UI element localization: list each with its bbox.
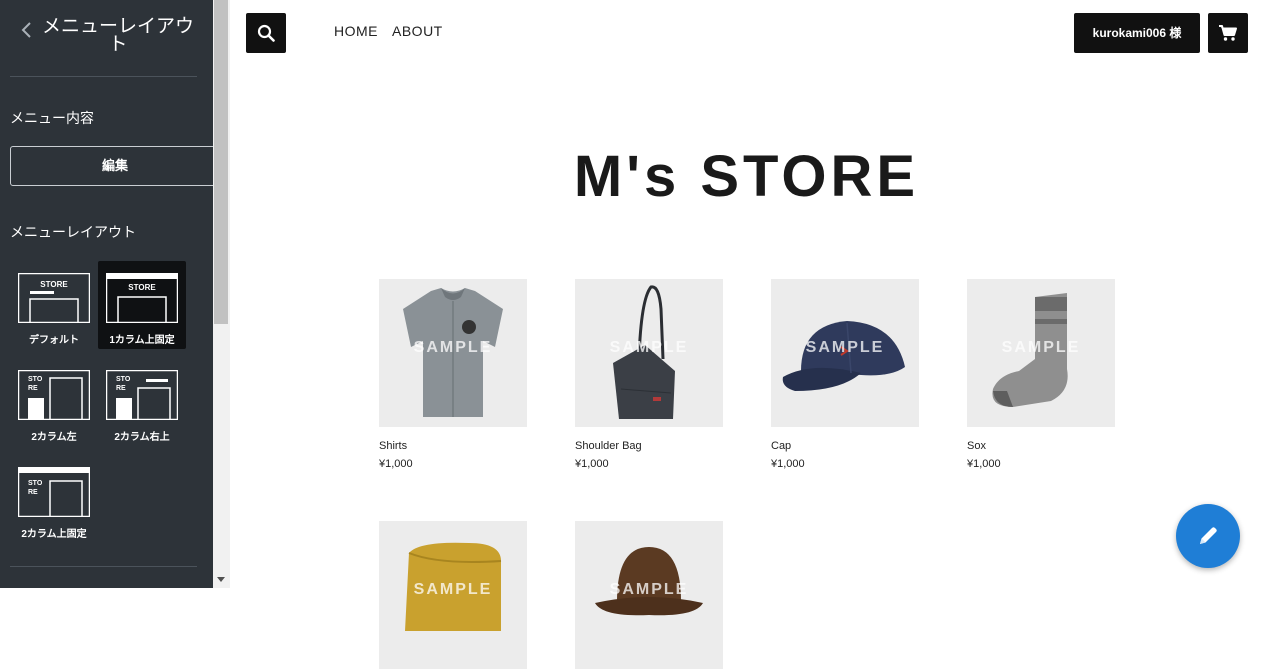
- product-image[interactable]: SAMPLE: [379, 521, 527, 669]
- sample-watermark: SAMPLE: [609, 339, 689, 356]
- nav-about[interactable]: ABOUT: [392, 23, 443, 39]
- layout-option-default[interactable]: STORE デフォルト: [10, 261, 98, 349]
- layout-sidebar: メニューレイアウト メニュー内容 編集 メニューレイアウト STORE デフォル…: [0, 0, 213, 588]
- product-name[interactable]: Cap: [771, 440, 919, 452]
- user-account-button[interactable]: kurokami006 様: [1074, 13, 1200, 53]
- cart-icon: [1219, 25, 1237, 41]
- chevron-left-icon[interactable]: [20, 21, 34, 39]
- product-card[interactable]: SAMPLE: [379, 521, 527, 669]
- layout-option-2col-left[interactable]: STO RE 2カラム左: [10, 358, 98, 446]
- product-card[interactable]: SAMPLE Shirts ¥1,000: [379, 279, 527, 470]
- layout-option-label: 1カラム上固定: [109, 335, 175, 346]
- product-image[interactable]: SAMPLE: [575, 279, 723, 427]
- svg-text:RE: RE: [28, 385, 38, 392]
- product-image[interactable]: SAMPLE: [379, 279, 527, 427]
- product-name[interactable]: Shirts: [379, 440, 527, 452]
- svg-text:STORE: STORE: [128, 283, 156, 292]
- menu-layout-label: メニューレイアウト: [10, 224, 136, 240]
- nav-home[interactable]: HOME: [334, 23, 378, 39]
- menu-content-label: メニュー内容: [10, 110, 94, 126]
- edit-fab-button[interactable]: [1176, 504, 1240, 568]
- sample-watermark: SAMPLE: [413, 581, 493, 598]
- sidebar-title: メニューレイアウト: [41, 16, 194, 55]
- layout-option-label: 2カラム左: [31, 432, 77, 443]
- layout-option-label: 2カラム右上: [114, 432, 170, 443]
- divider: [10, 76, 197, 77]
- search-icon: [257, 24, 275, 42]
- product-image[interactable]: SAMPLE: [967, 279, 1115, 427]
- product-name[interactable]: Sox: [967, 440, 1115, 452]
- svg-text:RE: RE: [28, 489, 38, 496]
- product-price: ¥1,000: [379, 458, 413, 470]
- pencil-icon: [1200, 527, 1217, 544]
- product-price: ¥1,000: [967, 458, 1001, 470]
- product-name[interactable]: Shoulder Bag: [575, 440, 723, 452]
- product-card[interactable]: SAMPLE Sox ¥1,000: [967, 279, 1115, 470]
- sample-watermark: SAMPLE: [1001, 339, 1081, 356]
- svg-text:STO: STO: [28, 376, 43, 383]
- layout-option-label: 2カラム上固定: [21, 529, 87, 540]
- search-button[interactable]: [246, 13, 286, 53]
- cart-button[interactable]: [1208, 13, 1248, 53]
- store-title: M's STORE: [573, 144, 920, 209]
- divider: [10, 566, 197, 567]
- sample-watermark: SAMPLE: [805, 339, 885, 356]
- product-image[interactable]: SAMPLE: [771, 279, 919, 427]
- svg-text:RE: RE: [116, 385, 126, 392]
- layout-option-label: デフォルト: [29, 335, 79, 346]
- layout-2col-left-icon: STO RE: [18, 370, 90, 420]
- layout-2col-top-icon: STO RE: [18, 467, 90, 517]
- scroll-down-arrow-icon[interactable]: [217, 577, 225, 582]
- product-price: ¥1,000: [575, 458, 609, 470]
- layout-option-2col-top[interactable]: STO RE 2カラム上固定: [10, 455, 98, 543]
- svg-text:STORE: STORE: [40, 280, 68, 289]
- product-card[interactable]: SAMPLE: [575, 521, 723, 669]
- layout-option-1col-top[interactable]: STORE 1カラム上固定: [98, 261, 186, 349]
- edit-button[interactable]: 編集: [10, 146, 213, 186]
- layout-2col-right-top-icon: STO RE: [106, 370, 178, 420]
- sample-watermark: SAMPLE: [609, 581, 689, 598]
- store-preview: HOME ABOUT kurokami006 様 M's STORE SAMPL…: [230, 0, 1263, 669]
- product-image[interactable]: SAMPLE: [575, 521, 723, 669]
- scrollbar-thumb[interactable]: [214, 0, 228, 324]
- layout-option-2col-right-top[interactable]: STO RE 2カラム右上: [98, 358, 186, 446]
- layout-1col-top-icon: STORE: [106, 273, 178, 323]
- product-card[interactable]: SAMPLE Shoulder Bag ¥1,000: [575, 279, 723, 470]
- sidebar-header: メニューレイアウト: [0, 0, 213, 76]
- product-price: ¥1,000: [771, 458, 805, 470]
- layout-default-icon: STORE: [18, 273, 90, 323]
- sample-watermark: SAMPLE: [413, 339, 493, 356]
- svg-text:STO: STO: [116, 376, 131, 383]
- sidebar-scrollbar[interactable]: [213, 0, 230, 588]
- product-card[interactable]: SAMPLE Cap ¥1,000: [771, 279, 919, 470]
- svg-text:STO: STO: [28, 480, 43, 487]
